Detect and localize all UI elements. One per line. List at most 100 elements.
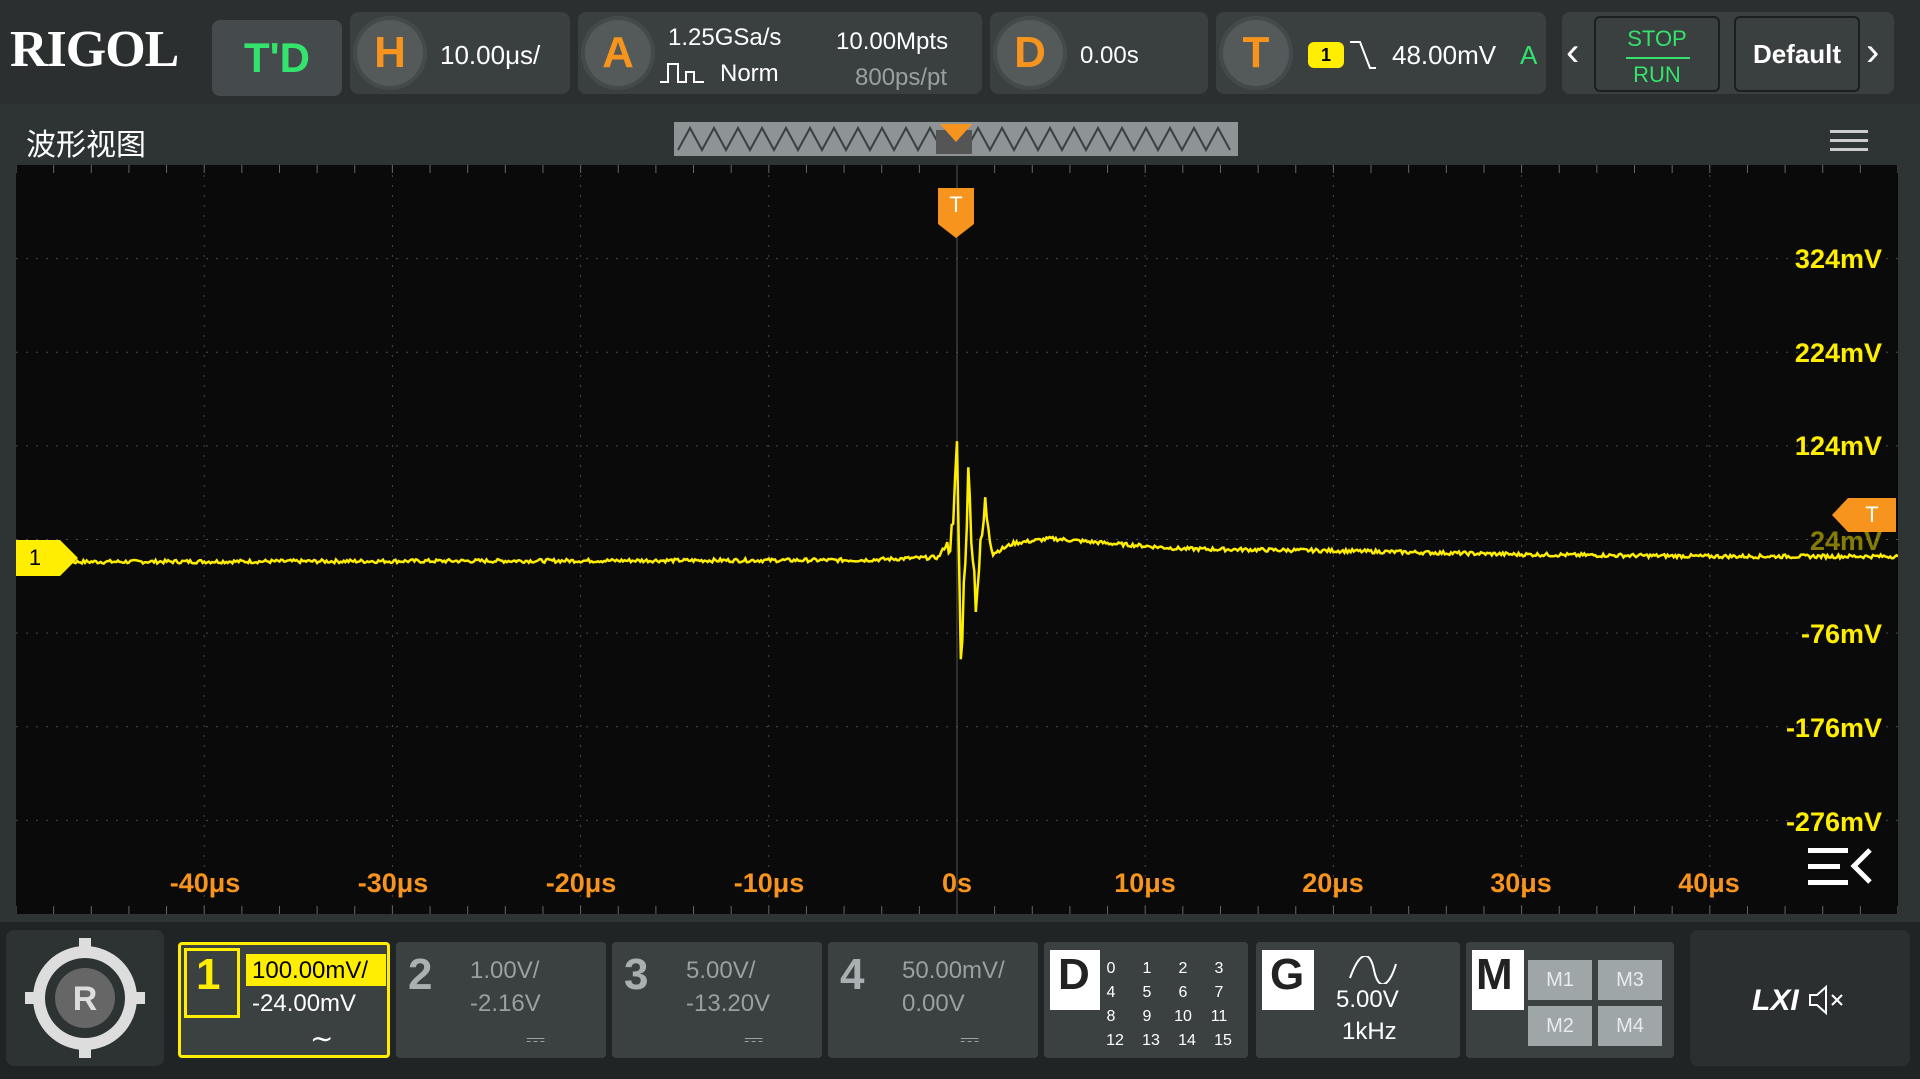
generator-amplitude: 5.00V (1336, 986, 1399, 1013)
ch3-number: 3 (624, 950, 649, 999)
rigol-logo: RIGOL (10, 21, 179, 78)
x-tick-label: -20μs (545, 868, 617, 898)
digital-ch: 10 (1174, 1008, 1192, 1025)
trigger-sweep: A (1520, 40, 1538, 70)
status-panel (1690, 930, 1910, 1066)
ch1-offset: -24.00mV (252, 990, 357, 1017)
math-m1-button[interactable]: M1 (1528, 960, 1592, 1000)
y-tick-label: -76mV (1800, 619, 1882, 649)
math-m4-button[interactable]: M4 (1598, 1006, 1662, 1046)
ch4-offset: 0.00V (902, 990, 965, 1017)
ch4-number: 4 (840, 950, 865, 999)
y-tick-label: 324mV (1794, 244, 1882, 274)
ch2-number: 2 (408, 950, 433, 999)
math-m2-button[interactable]: M2 (1528, 1006, 1592, 1046)
time-per-point: 800ps/pt (855, 64, 948, 91)
generator-frequency: 1kHz (1342, 1018, 1397, 1045)
digital-ch: 14 (1178, 1032, 1196, 1049)
x-tick-label: 40μs (1678, 868, 1740, 898)
digital-ch: 8 (1106, 1008, 1116, 1025)
math-key-label: M (1476, 950, 1513, 999)
digital-ch: 13 (1142, 1032, 1160, 1049)
horizontal-key[interactable]: H (353, 16, 427, 90)
acquire-mode: Norm (720, 60, 779, 87)
digital-key-label: D (1058, 950, 1090, 999)
memory-depth: 10.00Mpts (836, 28, 949, 55)
x-tick-label: 20μs (1302, 868, 1364, 898)
digital-ch: 12 (1106, 1032, 1124, 1049)
digital-ch: 6 (1178, 984, 1188, 1001)
falling-edge-icon (1348, 38, 1378, 77)
ch4-scale: 50.00mV/ (902, 957, 1005, 984)
stop-label: STOP (1627, 26, 1687, 51)
x-tick-label: -10μs (733, 868, 805, 898)
y-tick-label: 224mV (1794, 338, 1882, 368)
horizontal-scale: 10.00μs/ (440, 40, 541, 70)
digital-ch: 0 (1106, 960, 1116, 977)
digital-ch: 5 (1142, 984, 1152, 1001)
digital-ch: 7 (1214, 984, 1224, 1001)
y-tick-label: -276mV (1785, 807, 1882, 837)
digital-ch: 15 (1214, 1032, 1232, 1049)
math-m3-button[interactable]: M3 (1598, 960, 1662, 1000)
run-label: RUN (1633, 62, 1681, 87)
ch3-coupling-icon: ⎓ (744, 1026, 764, 1053)
ch3-offset: -13.20V (686, 990, 771, 1017)
next-arrow-icon[interactable]: › (1866, 30, 1879, 75)
delay-key[interactable]: D (993, 16, 1067, 90)
svg-text:R: R (73, 980, 98, 1018)
home-button[interactable]: R (6, 930, 164, 1066)
delay-value: 0.00s (1080, 42, 1139, 69)
ch2-offset: -2.16V (470, 990, 541, 1017)
acquire-key[interactable]: A (581, 16, 655, 90)
mode-label: T'D (244, 34, 310, 81)
sine-wave-icon (1348, 955, 1398, 989)
gear-logo-icon: R (25, 938, 145, 1058)
sample-rate: 1.25GSa/s (668, 24, 782, 51)
trigger-position-label: T (949, 192, 963, 217)
digital-ch: 9 (1142, 1008, 1152, 1025)
waveform-grid (15, 165, 1899, 914)
prev-arrow-icon[interactable]: ‹ (1566, 30, 1579, 75)
trigger-position-marker[interactable]: T (936, 186, 976, 240)
window-menu-icon[interactable] (1830, 128, 1868, 154)
ch1-number: 1 (196, 950, 221, 999)
digital-ch: 1 (1142, 960, 1152, 977)
y-tick-label: 124mV (1794, 431, 1882, 461)
digital-ch: 4 (1106, 984, 1116, 1001)
y-tick-label: 24mV (1809, 526, 1882, 556)
ch4-coupling-icon: ⎓ (960, 1026, 980, 1053)
time-domain-button[interactable]: T'D (212, 20, 342, 96)
ch1-offset-label: 1 (28, 545, 42, 570)
digital-ch: 11 (1210, 1008, 1228, 1025)
x-tick-label: 0s (941, 868, 973, 898)
ch2-scale: 1.00V/ (470, 957, 540, 984)
ch2-coupling-icon: ⎓ (526, 1026, 546, 1053)
x-tick-label: -40μs (169, 868, 241, 898)
digital-ch: 3 (1214, 960, 1224, 977)
acquire-mode-icon (658, 60, 708, 86)
y-tick-label: -176mV (1785, 713, 1882, 743)
x-tick-label: -30μs (357, 868, 429, 898)
side-menu-toggle-icon[interactable] (1806, 842, 1874, 892)
default-label: Default (1752, 38, 1842, 69)
lxi-logo: LXI (1752, 984, 1799, 1017)
digital-ch: 2 (1178, 960, 1188, 977)
trigger-level: 48.00mV (1392, 40, 1497, 70)
trigger-source-badge: 1 (1308, 42, 1344, 68)
generator-key-label: G (1270, 950, 1305, 999)
x-tick-label: 10μs (1114, 868, 1176, 898)
ch1-coupling-icon: ∼ (310, 1023, 334, 1054)
trigger-level-label: T (1865, 502, 1879, 527)
x-tick-label: 30μs (1490, 868, 1552, 898)
ch1-scale: 100.00mV/ (252, 957, 369, 984)
waveform-plot (15, 165, 1899, 914)
window-title: 波形视图 (26, 129, 146, 162)
ch3-scale: 5.00V/ (686, 957, 756, 984)
run-stop-button[interactable]: STOP RUN (1594, 16, 1720, 92)
overview-trigger-marker (940, 124, 972, 142)
speaker-muted-icon[interactable] (1806, 984, 1846, 1021)
trigger-key[interactable]: T (1219, 16, 1293, 90)
default-button[interactable]: Default (1734, 16, 1860, 92)
ch1-offset-marker[interactable]: 1 (16, 540, 80, 576)
